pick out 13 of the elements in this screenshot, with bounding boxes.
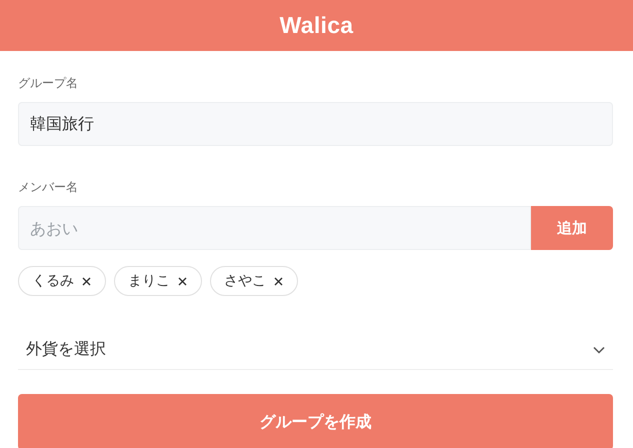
remove-icon[interactable] [178, 276, 187, 286]
chevron-down-icon [593, 346, 605, 354]
member-name: まりこ [128, 272, 170, 290]
remove-icon[interactable] [82, 276, 91, 286]
app-title: Walica [280, 12, 354, 39]
member-name: さやこ [224, 272, 266, 290]
currency-select[interactable]: 外貨を選択 [18, 330, 613, 370]
member-name-field[interactable]: あおい [18, 206, 531, 250]
field-label: グループ名 [18, 75, 78, 92]
remove-icon[interactable] [274, 276, 283, 286]
group-name-field[interactable]: 韓国旅行 [18, 102, 613, 146]
member-name: くるみ [32, 272, 74, 290]
field-label: メンバー名 [18, 179, 78, 196]
